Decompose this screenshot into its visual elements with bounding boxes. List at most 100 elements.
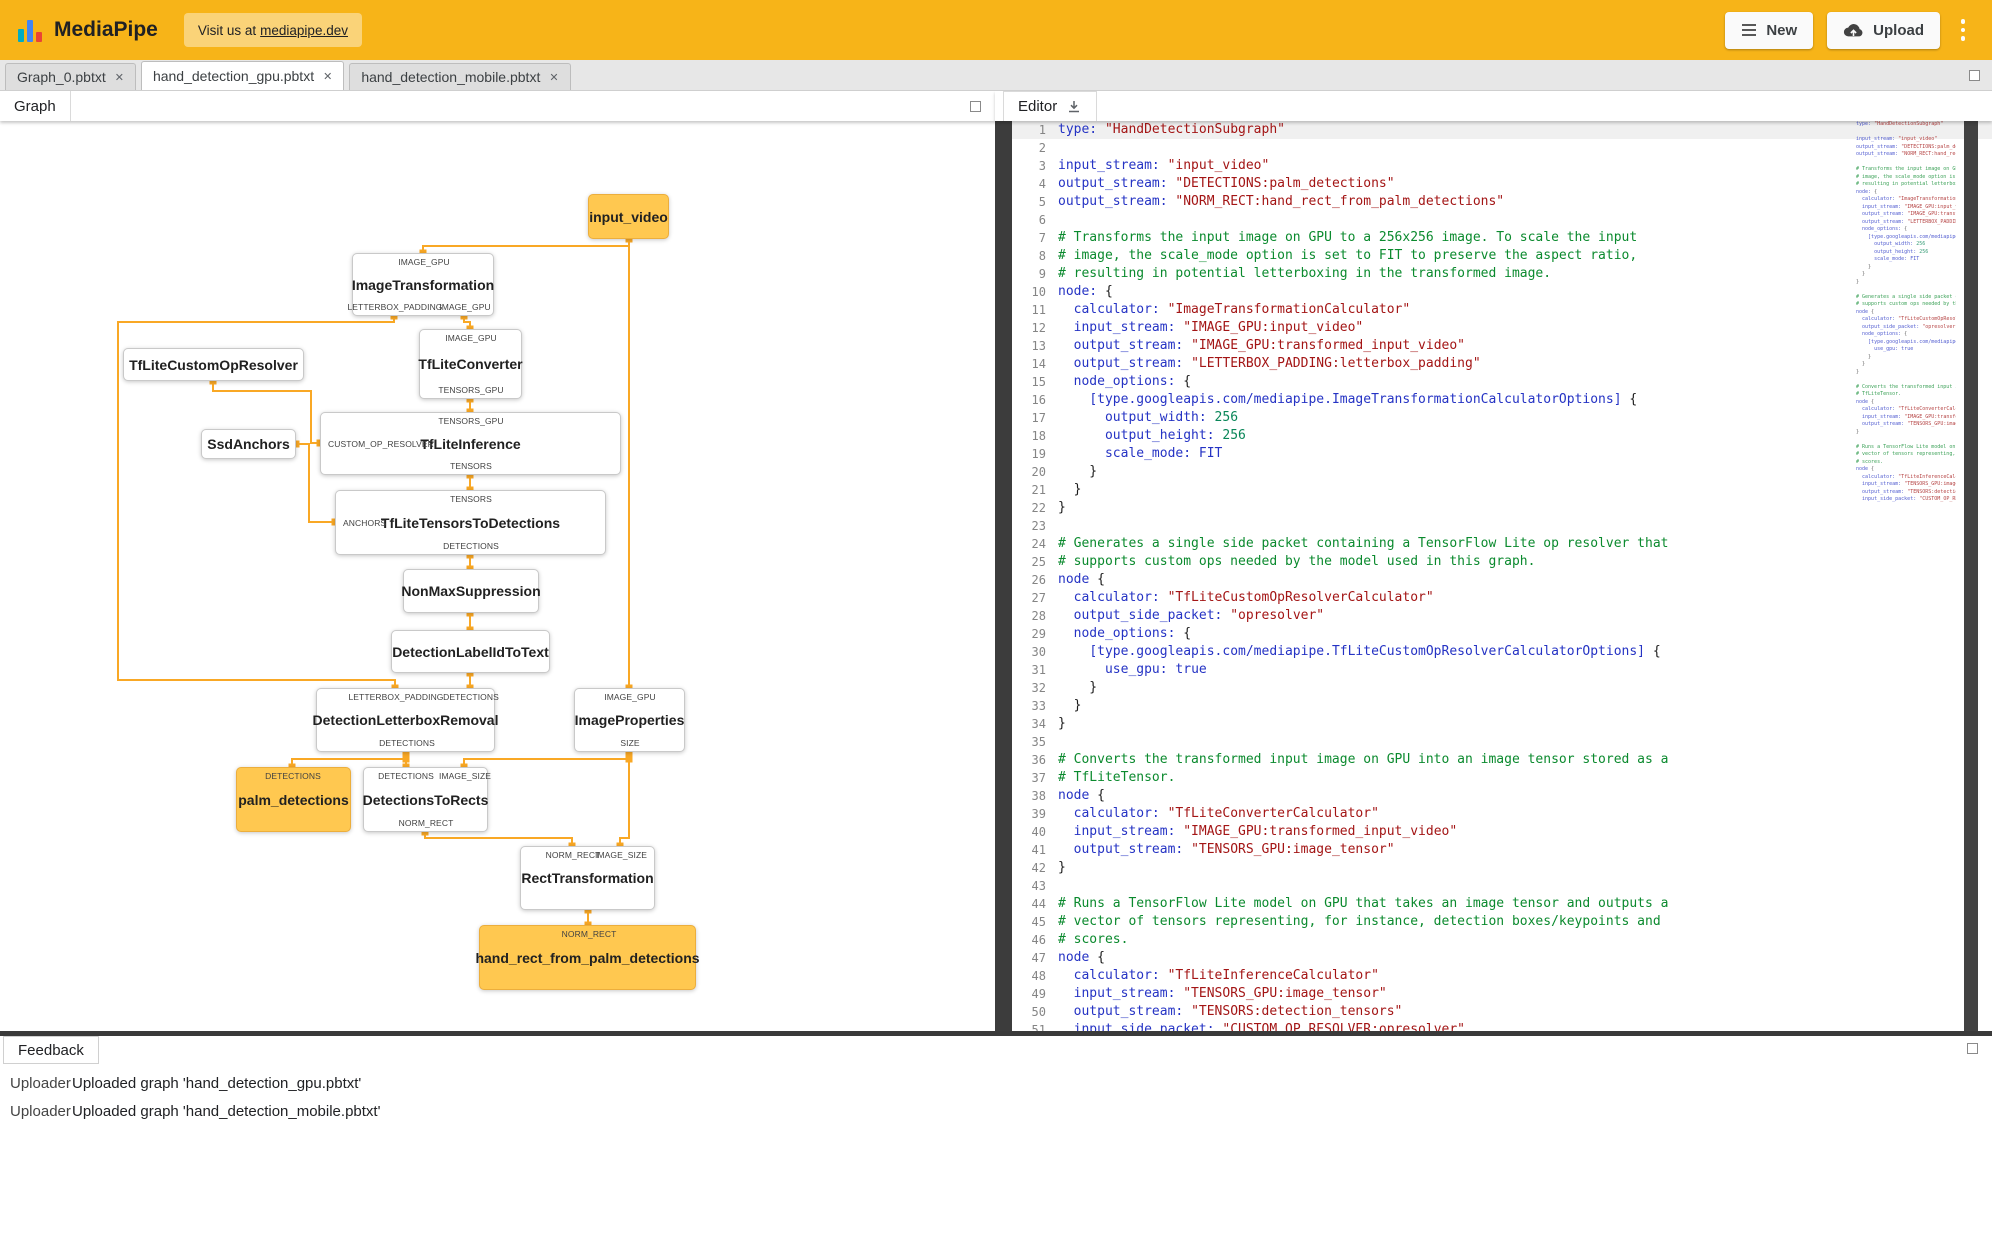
code-line[interactable]: 12 input_stream: "IMAGE_GPU:input_video" <box>1012 319 1992 337</box>
code-line[interactable]: 41 output_stream: "TENSORS_GPU:image_ten… <box>1012 841 1992 859</box>
code-line[interactable]: 27 calculator: "TfLiteCustomOpResolverCa… <box>1012 589 1992 607</box>
code-line[interactable]: 43 <box>1012 877 1992 895</box>
line-number: 36 <box>1031 753 1046 767</box>
code-line[interactable]: 34} <box>1012 715 1992 733</box>
node-label: ImageTransformation <box>351 276 495 293</box>
code-line[interactable]: 39 calculator: "TfLiteConverterCalculato… <box>1012 805 1992 823</box>
graph-node-input_video[interactable]: input_video <box>588 194 669 239</box>
graph-node-SsdAnchors[interactable]: SsdAnchors <box>201 429 296 459</box>
upload-button[interactable]: Upload <box>1827 11 1940 49</box>
code-line[interactable]: 48 calculator: "TfLiteInferenceCalculato… <box>1012 967 1992 985</box>
code-line[interactable]: 37 # TfLiteTensor. <box>1012 769 1992 787</box>
graph-node-TfLiteTensorsToDetections[interactable]: TENSORS DETECTIONS ANCHORS TfLiteTensorsToD… <box>335 490 606 555</box>
tab-close-icon[interactable]: ✕ <box>115 71 124 84</box>
graph-node-ImageProperties[interactable]: IMAGE_GPU SIZE ImageProperties <box>574 688 685 752</box>
line-number: 33 <box>1031 699 1046 713</box>
code-line[interactable]: 50 output_stream: "TENSORS:detection_ten… <box>1012 1003 1992 1021</box>
file-tab[interactable]: hand_detection_mobile.pbtxt ✕ <box>349 63 571 90</box>
line-number: 48 <box>1031 969 1046 983</box>
code-line[interactable]: 15 node_options: { <box>1012 373 1992 391</box>
code-line[interactable]: 1 type: "HandDetectionSubgraph" <box>1012 121 1992 139</box>
code-line[interactable]: 36 # Converts the transformed input image… <box>1012 751 1992 769</box>
code-line[interactable]: 49 input_stream: "TENSORS_GPU:image_tens… <box>1012 985 1992 1003</box>
editor-scrollbar[interactable] <box>1964 121 1978 1031</box>
port-label: TENSORS <box>450 461 492 471</box>
graph-node-DetectionLabelIdToText[interactable]: DetectionLabelIdToText <box>391 630 550 673</box>
code-line[interactable]: 32 } <box>1012 679 1992 697</box>
code-line[interactable]: 24 # Generates a single side packet conta… <box>1012 535 1992 553</box>
editor-tab[interactable]: Editor <box>1003 91 1098 121</box>
code-line[interactable]: 4 output_stream: "DETECTIONS:palm_detecti… <box>1012 175 1992 193</box>
graph-node-hand_rect_from_palm_detections[interactable]: NORM_RECT hand_rect_from_palm_detections <box>475 925 700 990</box>
graph-node-palm_detections[interactable]: DETECTIONS palm_detections <box>236 767 351 832</box>
panel-divider[interactable] <box>995 121 1012 1031</box>
code-lines[interactable]: 1 type: "HandDetectionSubgraph" 2 3 input_st… <box>1012 121 1992 1031</box>
graph-node-NonMaxSuppression[interactable]: NonMaxSuppression <box>401 569 541 613</box>
code-line[interactable]: 18 output_height: 256 <box>1012 427 1992 445</box>
editor-detach-icon[interactable] <box>1969 70 1980 81</box>
code-line[interactable]: 11 calculator: "ImageTransformationCalcu… <box>1012 301 1992 319</box>
download-icon[interactable] <box>1066 99 1082 115</box>
code-line[interactable]: 8 # image, the scale_mode option is set t… <box>1012 247 1992 265</box>
code-line[interactable]: 45 # vector of tensors representing, for … <box>1012 913 1992 931</box>
code-line[interactable]: 14 output_stream: "LETTERBOX_PADDING:let… <box>1012 355 1992 373</box>
code-line[interactable]: 30 [type.googleapis.com/mediapipe.TfLite… <box>1012 643 1992 661</box>
tab-close-icon[interactable]: ✕ <box>549 71 558 84</box>
code-line[interactable]: 42} <box>1012 859 1992 877</box>
minimap[interactable]: type: "HandDetectionSubgraph" input_stre… <box>1856 121 1956 1031</box>
file-tab[interactable]: hand_detection_gpu.pbtxt ✕ <box>140 61 345 90</box>
code-line[interactable]: 2 <box>1012 139 1992 157</box>
editor-panel-header: Editor <box>995 91 1992 121</box>
code-text: scale_mode: FIT <box>1104 446 1223 461</box>
code-line[interactable]: 35 <box>1012 733 1992 751</box>
code-editor[interactable]: 1 type: "HandDetectionSubgraph" 2 3 input_st… <box>995 121 1992 1031</box>
code-line[interactable]: 17 output_width: 256 <box>1012 409 1992 427</box>
code-line[interactable]: 38 node { <box>1012 787 1992 805</box>
code-line[interactable]: 23 <box>1012 517 1992 535</box>
code-line[interactable]: 9 # resulting in potential letterboxing i… <box>1012 265 1992 283</box>
visit-us-button[interactable]: Visit us at mediapipe.dev <box>183 13 362 47</box>
code-line[interactable]: 19 scale_mode: FIT <box>1012 445 1992 463</box>
line-number: 46 <box>1031 933 1046 947</box>
graph-node-ImageTransformation[interactable]: IMAGE_GPU LETTERBOX_PADDING IMAGE_GPU Image… <box>347 253 495 316</box>
file-tab[interactable]: Graph_0.pbtxt ✕ <box>5 63 136 90</box>
code-line[interactable]: 29 node_options: { <box>1012 625 1992 643</box>
code-line[interactable]: 25 # supports custom ops needed by the mo… <box>1012 553 1992 571</box>
graph-node-DetectionLetterboxRemoval[interactable]: LETTERBOX_PADDING DETECTIONS DETECTIONS Det… <box>313 688 499 752</box>
code-line[interactable]: 51 input_side_packet: "CUSTOM_OP_RESOLVE… <box>1012 1021 1992 1031</box>
graph-tab[interactable]: Graph <box>0 91 71 121</box>
code-line[interactable]: 31 use_gpu: true <box>1012 661 1992 679</box>
code-line[interactable]: 10 node: { <box>1012 283 1992 301</box>
code-line[interactable]: 28 output_side_packet: "opresolver" <box>1012 607 1992 625</box>
minimap-line: input_side_packet: "CUSTOM_OP_RESOLVER:o… <box>1862 496 1956 502</box>
graph-expand-icon[interactable] <box>970 100 981 112</box>
graph-node-RectTransformation[interactable]: NORM_RECT IMAGE_SIZE RectTransformation <box>520 846 655 910</box>
code-line[interactable]: 22} <box>1012 499 1992 517</box>
code-line[interactable]: 47 node { <box>1012 949 1992 967</box>
code-line[interactable]: 26 node { <box>1012 571 1992 589</box>
code-line[interactable]: 46 # scores. <box>1012 931 1992 949</box>
code-line[interactable]: 33 } <box>1012 697 1992 715</box>
graph-node-DetectionsToRects[interactable]: DETECTIONS IMAGE_SIZE NORM_RECT DetectionsT… <box>363 767 491 832</box>
line-number: 43 <box>1031 879 1046 893</box>
graph-node-TfLiteCustomOpResolver[interactable]: TfLiteCustomOpResolver <box>123 348 304 381</box>
new-button[interactable]: New <box>1725 11 1814 49</box>
graph-node-TfLiteConverter[interactable]: IMAGE_GPU TENSORS_GPU TfLiteConverter <box>418 329 523 399</box>
code-line[interactable]: 20 } <box>1012 463 1992 481</box>
code-line[interactable]: 16 [type.googleapis.com/mediapipe.ImageT… <box>1012 391 1992 409</box>
code-line[interactable]: 6 <box>1012 211 1992 229</box>
code-line[interactable]: 7 # Transforms the input image on GPU to … <box>1012 229 1992 247</box>
kebab-menu-icon[interactable] <box>1952 19 1974 41</box>
feedback-tab[interactable]: Feedback <box>3 1036 99 1064</box>
tab-close-icon[interactable]: ✕ <box>323 70 332 83</box>
graph-node-TfLiteInference[interactable]: TENSORS_GPU TENSORS CUSTOM_OP_RESOLVER TfLi… <box>320 412 621 475</box>
code-line[interactable]: 13 output_stream: "IMAGE_GPU:transformed… <box>1012 337 1992 355</box>
graph-canvas[interactable]: input_video IMAGE_GPU LETTERBOX_PADDING IMA… <box>0 121 995 1031</box>
code-line[interactable]: 40 input_stream: "IMAGE_GPU:transformed_… <box>1012 823 1992 841</box>
code-line[interactable]: 44 # Runs a TensorFlow Lite model on GPU … <box>1012 895 1992 913</box>
code-line[interactable]: 21 } <box>1012 481 1992 499</box>
mediapipe-dev-link[interactable]: mediapipe.dev <box>260 23 348 38</box>
code-line[interactable]: 3 input_stream: "input_video" <box>1012 157 1992 175</box>
code-text: } <box>1058 698 1082 713</box>
code-line[interactable]: 5 output_stream: "NORM_RECT:hand_rect_fro… <box>1012 193 1992 211</box>
